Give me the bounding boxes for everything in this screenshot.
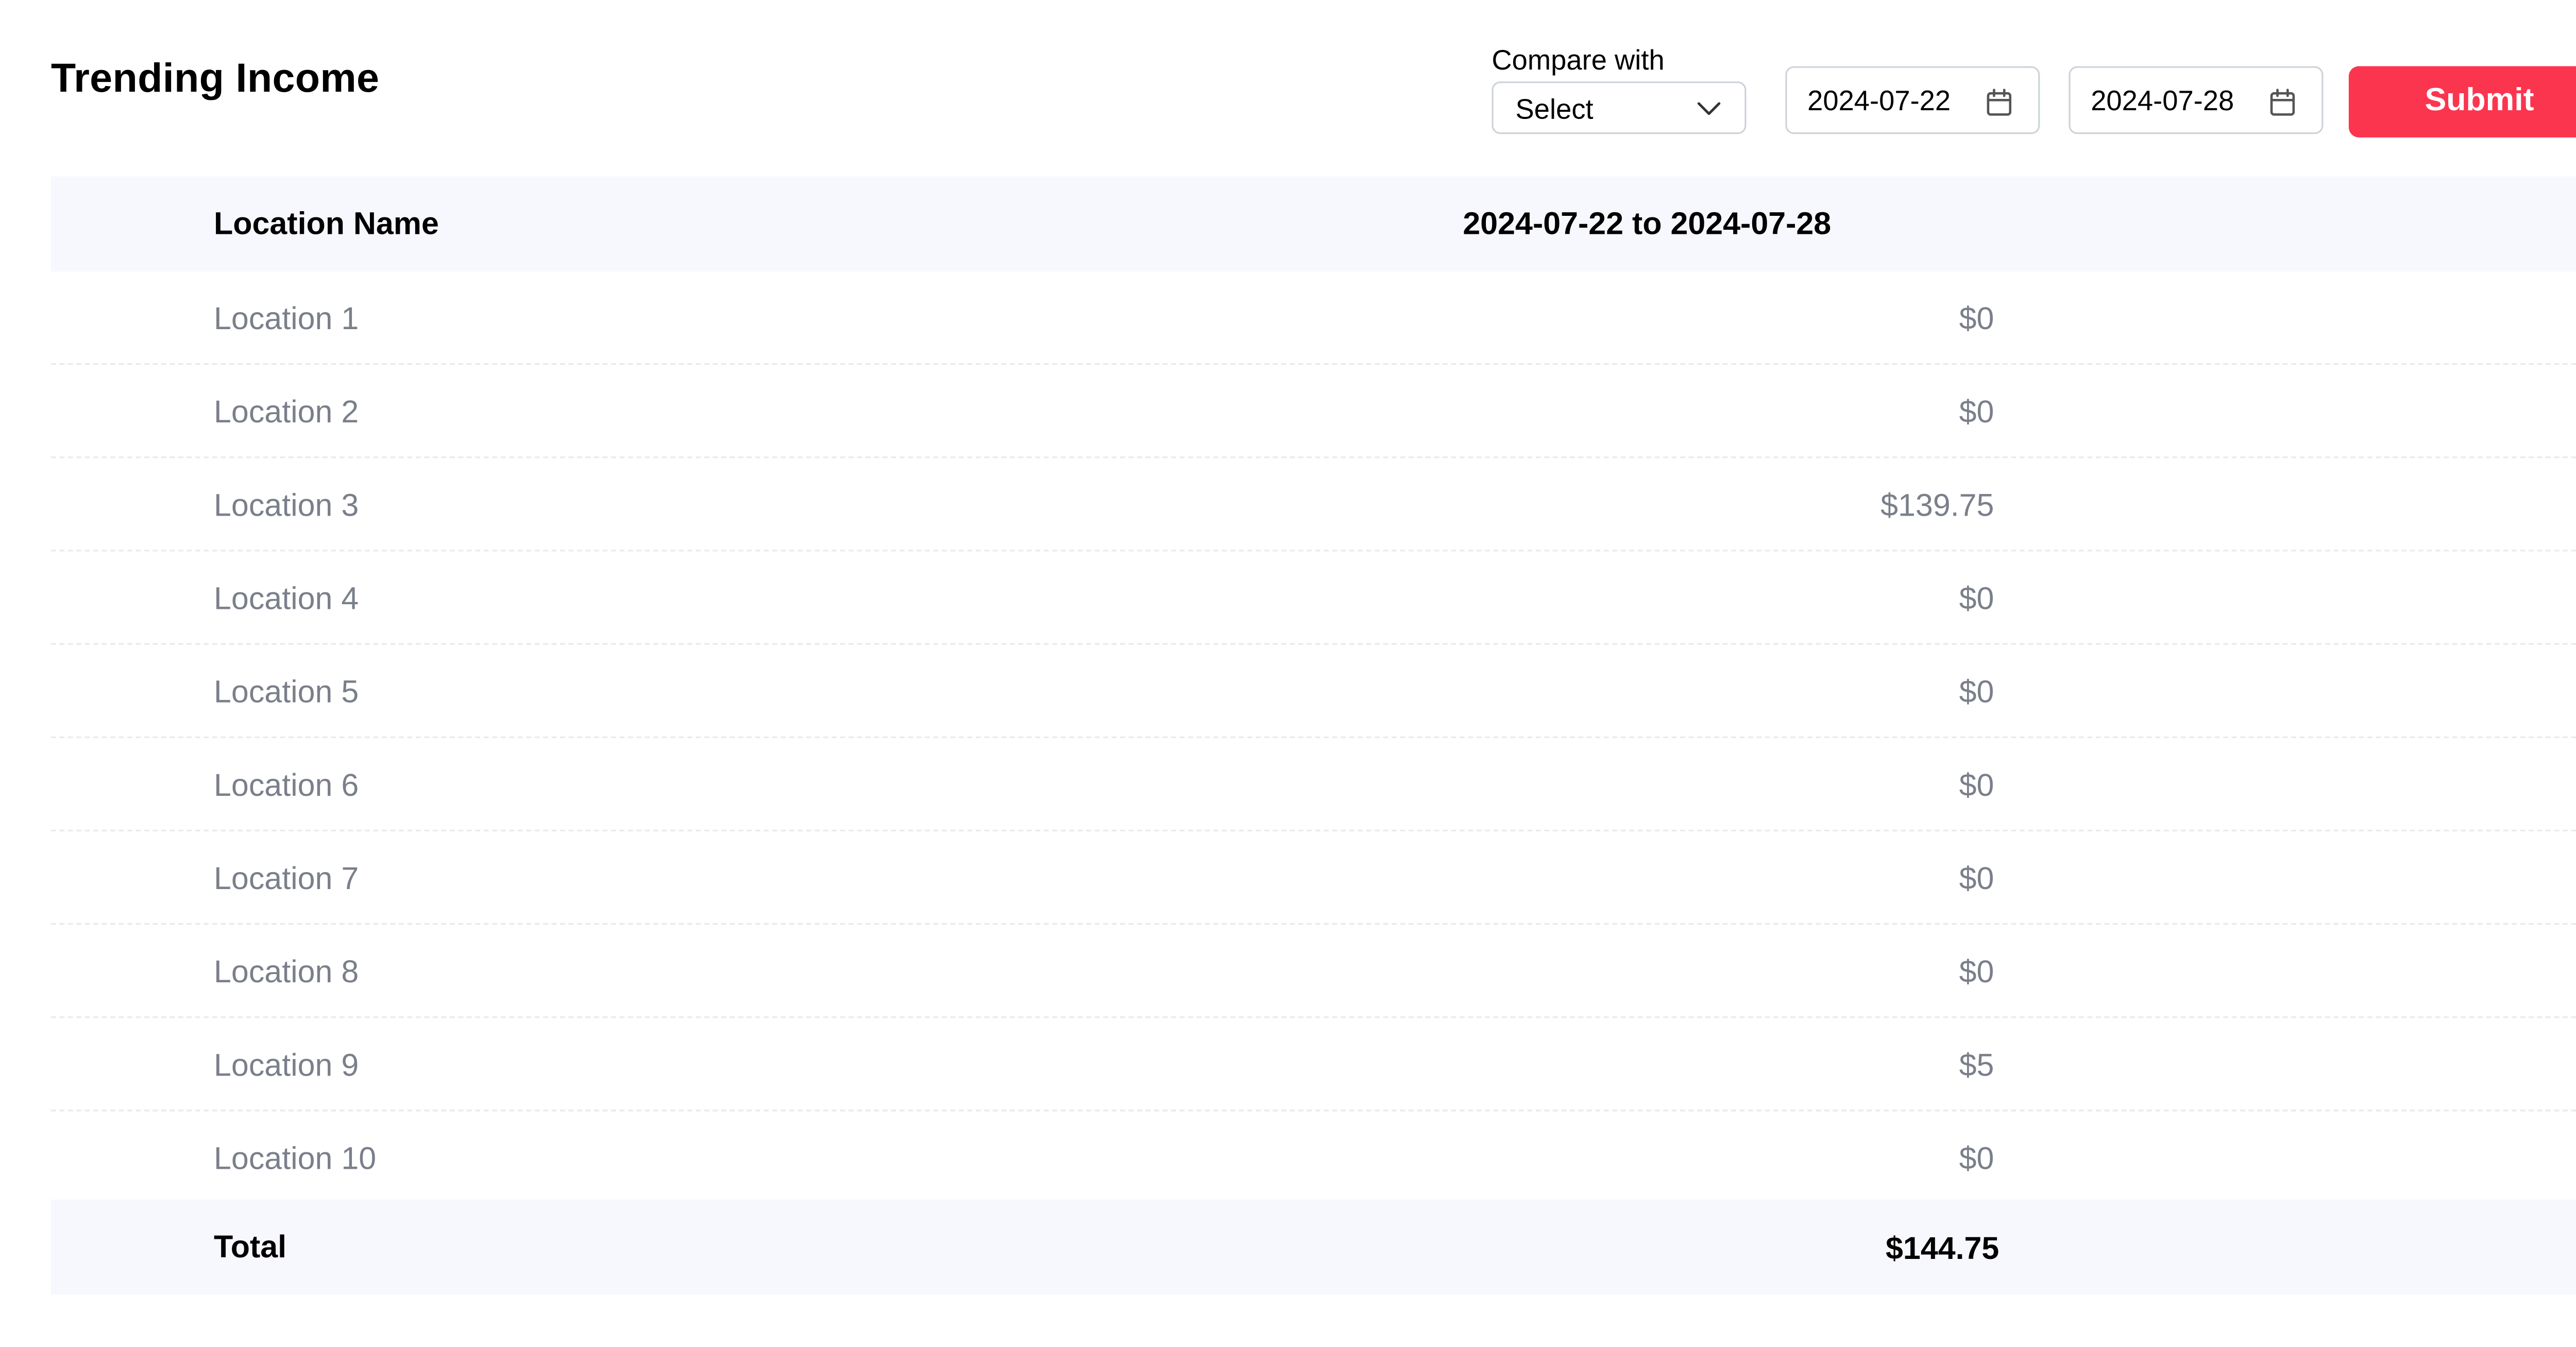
submit-button[interactable]: Submit: [2348, 66, 2576, 138]
chevron-down-icon: [1697, 102, 1721, 115]
location-name-cell: Location 8: [214, 953, 359, 990]
table-row: Location 3 $139.75: [50, 458, 2576, 552]
table-row: Location 7 $0: [50, 831, 2576, 925]
location-name-cell: Location 1: [214, 300, 359, 336]
end-date-input[interactable]: [2091, 83, 2261, 121]
location-name-cell: Location 9: [214, 1047, 359, 1083]
table-row: Location 2 $0: [50, 365, 2576, 458]
table-row: Location 4 $0: [50, 552, 2576, 645]
income-value-cell: $5: [1959, 1047, 1994, 1083]
total-value: $144.75: [1886, 1230, 1999, 1266]
income-value-cell: $139.75: [1880, 487, 1994, 523]
income-value-cell: $0: [1959, 1140, 1994, 1176]
location-name-cell: Location 10: [214, 1140, 377, 1176]
location-name-cell: Location 4: [214, 580, 359, 616]
income-value-cell: $0: [1959, 394, 1994, 430]
start-date-input[interactable]: [1807, 83, 1977, 121]
page-title: Trending Income: [50, 56, 380, 102]
location-name-cell: Location 3: [214, 487, 359, 523]
table-row: Location 10 $0: [51, 1112, 2576, 1205]
start-date-field[interactable]: [1785, 66, 2040, 134]
location-name-cell: Location 5: [214, 673, 359, 709]
income-value-cell: $0: [1959, 580, 1994, 616]
calendar-icon[interactable]: [2269, 88, 2296, 117]
location-name-cell: Location 7: [214, 860, 359, 896]
table-row: Location 1 $0: [50, 271, 2576, 365]
table-row: Location 5 $0: [50, 645, 2576, 738]
table-header: Location Name 2024-07-22 to 2024-07-28: [50, 176, 2576, 272]
column-header-date-range: 2024-07-22 to 2024-07-28: [1463, 205, 1832, 241]
compare-select-value: Select: [1515, 95, 1594, 126]
location-name-cell: Location 2: [214, 394, 359, 430]
table-total-row: Total $144.75: [50, 1199, 2576, 1295]
total-label: Total: [214, 1228, 287, 1265]
end-date-field[interactable]: [2069, 66, 2324, 134]
compare-with-select[interactable]: Select: [1492, 81, 1747, 134]
location-name-cell: Location 6: [214, 766, 359, 803]
column-header-location-name: Location Name: [214, 205, 439, 241]
compare-with-label: Compare with: [1492, 45, 1665, 77]
income-value-cell: $0: [1959, 860, 1994, 896]
calendar-icon[interactable]: [1986, 88, 2013, 117]
table-row: Location 6 $0: [50, 738, 2576, 832]
income-table: Location Name 2024-07-22 to 2024-07-28 L…: [50, 176, 2576, 1295]
table-row: Location 9 $5: [50, 1018, 2576, 1112]
income-value-cell: $0: [1959, 953, 1994, 990]
income-value-cell: $0: [1959, 300, 1994, 336]
table-row: Location 8 $0: [50, 925, 2576, 1018]
income-value-cell: $0: [1959, 673, 1994, 709]
income-value-cell: $0: [1959, 766, 1994, 803]
trending-income-page: Trending Income Compare with Select Subm…: [0, 0, 2576, 1347]
